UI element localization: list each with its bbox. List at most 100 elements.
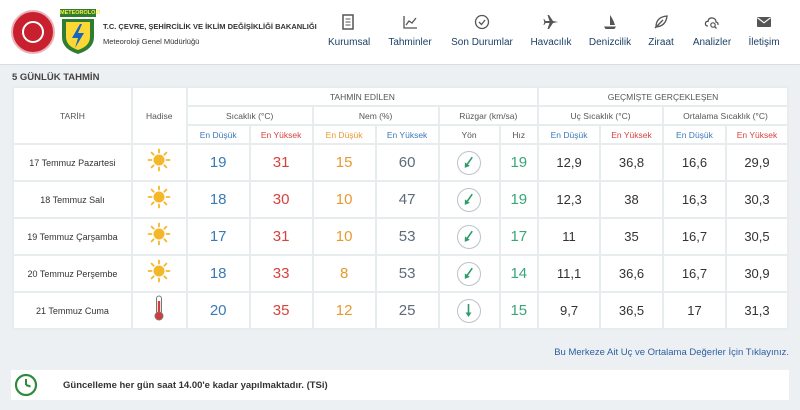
forecast-row: 19 Temmuz Çarşamba 17 31 10 53 17 11 35 16,7 30,5 [14, 219, 787, 254]
wind-direction-cell [439, 256, 499, 291]
humidity-max: 47 [376, 182, 438, 217]
wind-speed: 19 [500, 145, 538, 180]
extreme-max: 36,8 [601, 145, 662, 180]
weather-event-cell [132, 182, 186, 217]
humidity-min: 8 [313, 256, 375, 291]
wind-speed-header: Hız [500, 126, 538, 143]
ministry-title: T.C. ÇEVRE, ŞEHİRCİLİK VE İKLİM DEĞİŞİKL… [103, 22, 317, 31]
airplane-icon [543, 15, 558, 29]
envelope-icon [757, 17, 771, 27]
row-date: 17 Temmuz Pazartesi [14, 145, 131, 180]
wind-header: Rüzgar (km/sa) [439, 107, 538, 124]
chart-icon [403, 16, 417, 29]
temp-min-header: En Düşük [187, 126, 249, 143]
cloud-search-icon [704, 17, 719, 29]
nav-tahminler[interactable]: Tahminler [387, 14, 433, 54]
wind-arrow-icon [464, 156, 473, 168]
extreme-temp-header: Uç Sıcaklık (°C) [539, 107, 662, 124]
temp-min: 18 [187, 182, 249, 217]
sunny-icon [147, 259, 171, 283]
wind-direction-cell [439, 145, 499, 180]
mgm-logo-text: METEOROLOJİ [60, 9, 101, 17]
wind-direction-indicator [457, 187, 482, 212]
temp-max: 31 [250, 145, 312, 180]
wind-speed: 14 [500, 256, 538, 291]
forecast-row: 21 Temmuz Cuma 20 35 12 25 15 9,7 36,5 17 31,3 [14, 293, 787, 328]
nav-label: Son Durumlar [451, 37, 513, 48]
humidity-min: 15 [313, 145, 375, 180]
wind-arrow-icon [464, 193, 473, 205]
past-group-header: GEÇMİŞTE GERÇEKLEŞEN [539, 88, 787, 105]
temperature-header: Sıcaklık (°C) [187, 107, 312, 124]
wind-direction-cell [439, 182, 499, 217]
humidity-header: Nem (%) [313, 107, 438, 124]
weather-event-cell [132, 256, 186, 291]
nav-label: İletişim [748, 37, 780, 48]
extreme-min-header: En Düşük [539, 126, 600, 143]
clock-icon [14, 373, 38, 397]
row-date: 20 Temmuz Perşembe [14, 256, 131, 291]
average-max-header: En Yüksek [726, 126, 787, 143]
nav-ziraat[interactable]: Ziraat [647, 14, 675, 54]
leaf-icon [654, 15, 668, 29]
sunny-icon [147, 148, 171, 172]
average-max: 29,9 [726, 145, 787, 180]
temp-min: 20 [187, 293, 249, 328]
site-header: METEOROLOJİ T.C. ÇEVRE, ŞEHİRCİLİK VE İK… [0, 0, 800, 65]
average-max: 30,5 [726, 219, 787, 254]
nav-denizcilik[interactable]: Denizcilik [588, 14, 632, 54]
check-circle-icon [474, 14, 490, 30]
nav-kurumsal[interactable]: Kurumsal [328, 14, 371, 54]
humidity-min: 12 [313, 293, 375, 328]
nav-label: Kurumsal [328, 37, 371, 48]
humidity-max: 53 [376, 256, 438, 291]
extreme-min: 12,3 [539, 182, 600, 217]
forecast-row: 18 Temmuz Salı 18 30 10 47 19 12,3 38 16,3 30,3 [14, 182, 787, 217]
humidity-min: 10 [313, 219, 375, 254]
humidity-max: 60 [376, 145, 438, 180]
weather-event-cell [132, 145, 186, 180]
extreme-max: 38 [601, 182, 662, 217]
nav-label: Denizcilik [588, 37, 632, 48]
wind-direction-indicator [457, 298, 482, 323]
nav-iletisim[interactable]: İletişim [746, 14, 782, 54]
wind-direction-indicator [457, 150, 482, 175]
sunny-icon [147, 185, 171, 209]
wind-speed: 15 [500, 293, 538, 328]
nav-label: Ziraat [648, 37, 674, 48]
temp-max: 30 [250, 182, 312, 217]
update-info-bar: Güncelleme her gün saat 14.00'e kadar ya… [11, 370, 789, 400]
nav-havacilik[interactable]: Havacılık [530, 14, 572, 54]
average-min-header: En Düşük [664, 126, 725, 143]
average-max: 30,9 [726, 256, 787, 291]
nav-son-durumlar[interactable]: Son Durumlar [450, 14, 514, 54]
average-max: 31,3 [726, 293, 787, 328]
wind-speed: 19 [500, 182, 538, 217]
humidity-max: 25 [376, 293, 438, 328]
station-averages-link[interactable]: Bu Merkeze Ait Uç ve Ortalama Değerler İ… [554, 347, 789, 358]
ministry-logo[interactable] [11, 10, 55, 54]
nav-label: Tahminler [388, 37, 432, 48]
row-date: 21 Temmuz Cuma [14, 293, 131, 328]
humidity-max: 53 [376, 219, 438, 254]
nav-label: Havacılık [530, 37, 572, 48]
mgm-logo[interactable]: METEOROLOJİ [60, 9, 101, 55]
humidity-min-header: En Düşük [313, 126, 375, 143]
wind-arrow-icon [465, 303, 472, 317]
extreme-min: 9,7 [539, 293, 600, 328]
temp-min: 18 [187, 256, 249, 291]
extreme-max: 35 [601, 219, 662, 254]
temp-min: 17 [187, 219, 249, 254]
wind-direction-cell [439, 293, 499, 328]
wind-arrow-icon [464, 230, 473, 242]
humidity-min: 10 [313, 182, 375, 217]
weather-event-cell [132, 219, 186, 254]
forecast-row: 20 Temmuz Perşembe 18 33 8 53 14 11,1 36,6 16,7 3… [14, 256, 787, 291]
nav-analizler[interactable]: Analizler [692, 14, 732, 54]
average-min: 16,6 [664, 145, 725, 180]
sailboat-icon [604, 15, 616, 29]
forecast-table: TARİH Hadise TAHMİN EDİLEN GEÇMİŞTE GERÇ… [12, 86, 789, 330]
row-date: 18 Temmuz Salı [14, 182, 131, 217]
extreme-min: 11 [539, 219, 600, 254]
section-title: 5 GÜNLÜK TAHMİN [12, 72, 100, 83]
